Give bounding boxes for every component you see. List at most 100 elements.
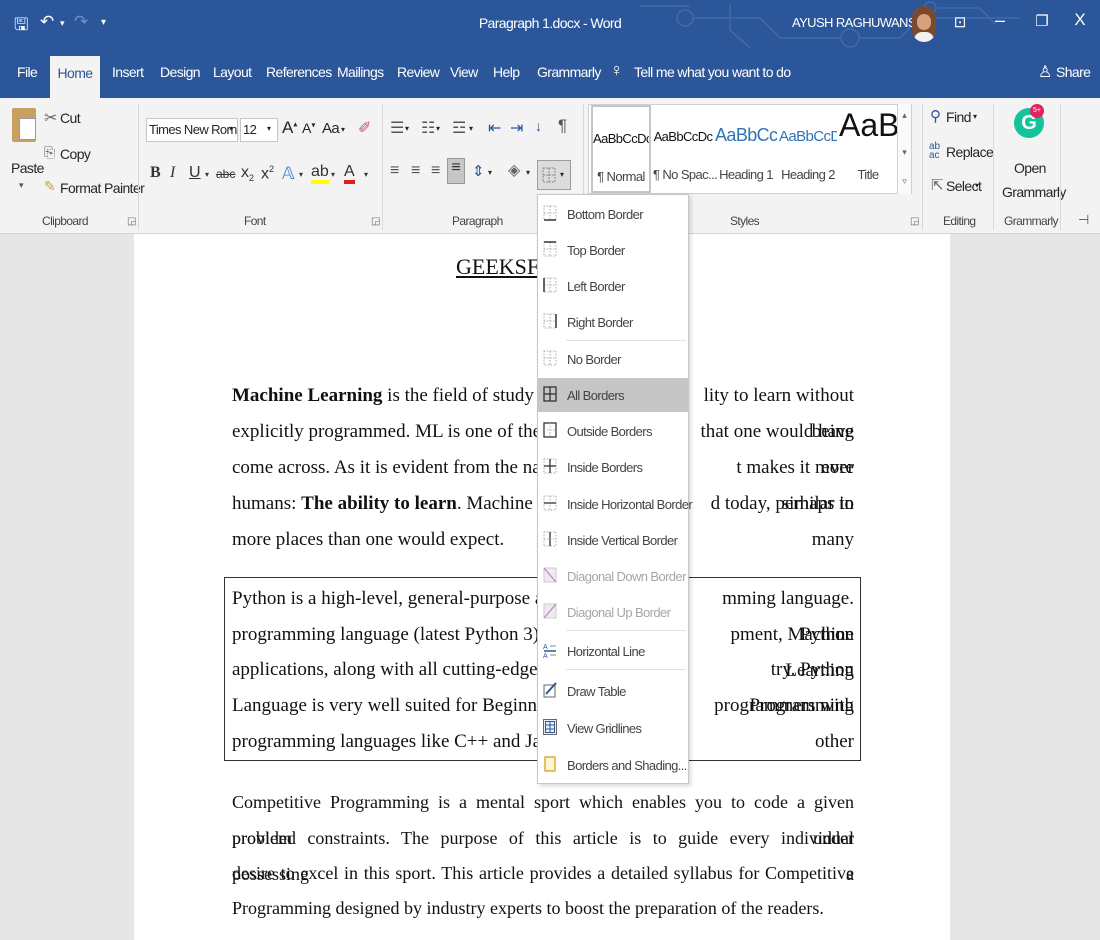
multilevel-dropdown-icon[interactable]: ▾ bbox=[469, 124, 473, 133]
font-launcher-icon[interactable]: ◲ bbox=[371, 216, 380, 227]
tab-insert[interactable]: Insert bbox=[112, 64, 144, 80]
bullets-dropdown-icon[interactable]: ▾ bbox=[405, 124, 409, 133]
find-dropdown-icon[interactable]: ▾ bbox=[973, 112, 977, 121]
tell-me-search[interactable]: Tell me what you want to do bbox=[634, 64, 791, 80]
menu-item-top-border[interactable]: Top Border bbox=[538, 233, 688, 267]
close-button[interactable]: X bbox=[1065, 10, 1095, 30]
menu-item-bottom-border[interactable]: Bottom Border bbox=[538, 197, 688, 231]
font-size-combobox[interactable]: 12 bbox=[240, 118, 278, 142]
subscript-button[interactable]: x2 bbox=[241, 164, 254, 183]
restore-button[interactable]: ❐ bbox=[1027, 12, 1057, 30]
tab-design[interactable]: Design bbox=[160, 64, 201, 80]
line-spacing-icon[interactable]: ⇕ bbox=[472, 162, 485, 180]
format-painter-button[interactable]: Format Painter bbox=[60, 180, 145, 196]
align-left-icon[interactable]: ≡ bbox=[390, 162, 399, 180]
style-heading-2[interactable]: AaBbCcD Heading 2 bbox=[779, 105, 837, 193]
menu-item-view-gridlines[interactable]: View Gridlines bbox=[538, 711, 688, 745]
grow-font-icon[interactable]: A▴ bbox=[282, 118, 297, 138]
format-painter-icon[interactable]: ✎ bbox=[44, 178, 56, 195]
copy-button[interactable]: Copy bbox=[60, 146, 91, 162]
tab-file[interactable]: File bbox=[17, 64, 38, 80]
bold-button[interactable]: B bbox=[150, 164, 161, 182]
menu-item-borders-and-shading[interactable]: Borders and Shading... bbox=[538, 748, 688, 782]
text-effects-icon[interactable]: 𝔸 bbox=[282, 164, 295, 184]
menu-item-inside-vertical-border[interactable]: Inside Vertical Border bbox=[538, 523, 688, 557]
tab-mailings[interactable]: Mailings bbox=[337, 64, 384, 80]
find-icon[interactable]: ⚲ bbox=[930, 107, 941, 125]
styles-scroll[interactable]: ▴ ▾ ▿ bbox=[897, 104, 911, 194]
select-dropdown-icon[interactable]: ▾ bbox=[975, 181, 979, 190]
highlight-dropdown-icon[interactable]: ▾ bbox=[331, 170, 335, 179]
ribbon-display-options-icon[interactable]: ⊡ bbox=[945, 13, 975, 31]
tab-review[interactable]: Review bbox=[397, 64, 440, 80]
paste-button[interactable]: Paste bbox=[11, 160, 44, 176]
numbering-dropdown-icon[interactable]: ▾ bbox=[436, 124, 440, 133]
menu-item-horizontal-line[interactable]: AA Horizontal Line bbox=[538, 634, 688, 668]
justify-icon[interactable]: ≡ bbox=[447, 158, 465, 184]
underline-button[interactable]: U bbox=[189, 164, 201, 182]
shading-dropdown-icon[interactable]: ▾ bbox=[526, 168, 530, 177]
decrease-indent-icon[interactable]: ⇤ bbox=[488, 118, 501, 138]
italic-button[interactable]: I bbox=[170, 164, 175, 182]
numbering-icon[interactable]: ☷ bbox=[421, 118, 435, 138]
scroll-up-icon[interactable]: ▴ bbox=[898, 110, 911, 121]
select-icon[interactable]: ⇱ bbox=[931, 176, 944, 194]
tab-help[interactable]: Help bbox=[493, 64, 520, 80]
align-right-icon[interactable]: ≡ bbox=[431, 162, 440, 180]
clipboard-launcher-icon[interactable]: ◲ bbox=[127, 216, 136, 227]
share-button[interactable]: Share bbox=[1056, 64, 1091, 80]
style-no-spacing[interactable]: AaBbCcDc ¶ No Spac... bbox=[653, 105, 718, 193]
increase-indent-icon[interactable]: ⇥ bbox=[510, 118, 523, 138]
font-color-icon[interactable]: A bbox=[344, 164, 355, 184]
bullets-icon[interactable]: ☰ bbox=[390, 118, 404, 138]
find-button[interactable]: Find bbox=[946, 109, 971, 125]
font-color-dropdown-icon[interactable]: ▾ bbox=[364, 170, 368, 179]
pin-ribbon-icon[interactable]: ⊣ bbox=[1078, 212, 1089, 228]
paste-dropdown-icon[interactable]: ▾ bbox=[19, 180, 24, 191]
scroll-down-icon[interactable]: ▾ bbox=[898, 147, 911, 158]
user-name[interactable]: AYUSH RAGHUWANSHI bbox=[792, 15, 928, 30]
borders-button[interactable]: ▾ bbox=[537, 160, 571, 190]
menu-item-outside-borders[interactable]: Outside Borders bbox=[538, 414, 688, 448]
menu-item-inside-borders[interactable]: Inside Borders bbox=[538, 450, 688, 484]
menu-item-left-border[interactable]: Left Border bbox=[538, 269, 688, 303]
style-normal[interactable]: AaBbCcDc ¶ Normal bbox=[591, 105, 651, 193]
style-title[interactable]: AaB Title bbox=[839, 105, 897, 193]
font-name-dropdown-icon[interactable]: ▾ bbox=[229, 124, 233, 133]
font-size-dropdown-icon[interactable]: ▾ bbox=[267, 124, 271, 133]
clear-formatting-icon[interactable]: ✐ bbox=[358, 118, 371, 138]
paste-icon[interactable] bbox=[12, 108, 36, 142]
underline-dropdown-icon[interactable]: ▾ bbox=[205, 170, 209, 179]
style-heading-1[interactable]: AaBbCc Heading 1 bbox=[715, 105, 777, 193]
more-styles-icon[interactable]: ▿ bbox=[898, 176, 911, 187]
menu-item-all-borders[interactable]: All Borders bbox=[538, 378, 688, 412]
strikethrough-button[interactable]: abc bbox=[216, 167, 235, 181]
tab-home[interactable]: Home bbox=[50, 56, 100, 98]
sort-icon[interactable]: ↓ bbox=[535, 118, 542, 134]
cut-icon[interactable]: ✂ bbox=[44, 108, 57, 128]
borders-dropdown-icon[interactable]: ▾ bbox=[560, 170, 564, 179]
shrink-font-icon[interactable]: A▾ bbox=[302, 120, 315, 136]
replace-button[interactable]: Replace bbox=[946, 144, 994, 160]
change-case-dropdown-icon[interactable]: ▾ bbox=[341, 125, 345, 134]
tab-grammarly[interactable]: Grammarly bbox=[537, 64, 601, 80]
superscript-button[interactable]: x2 bbox=[261, 164, 274, 183]
highlight-color-icon[interactable]: ab bbox=[311, 164, 329, 184]
replace-icon[interactable]: ab ac bbox=[929, 142, 940, 161]
menu-item-draw-table[interactable]: Draw Table bbox=[538, 674, 688, 708]
minimize-button[interactable]: – bbox=[985, 10, 1015, 31]
tab-view[interactable]: View bbox=[450, 64, 478, 80]
text-effects-dropdown-icon[interactable]: ▾ bbox=[299, 170, 303, 179]
share-icon[interactable]: ♙ bbox=[1038, 62, 1052, 82]
cut-button[interactable]: Cut bbox=[60, 110, 81, 126]
styles-launcher-icon[interactable]: ◲ bbox=[910, 216, 919, 227]
change-case-button[interactable]: Aa bbox=[322, 120, 340, 137]
tab-layout[interactable]: Layout bbox=[213, 64, 252, 80]
open-grammarly-label[interactable]: Open bbox=[1014, 160, 1046, 176]
menu-item-inside-horizontal-border[interactable]: Inside Horizontal Border bbox=[538, 487, 693, 521]
menu-item-no-border[interactable]: No Border bbox=[538, 342, 688, 376]
font-name-combobox[interactable]: Times New Roma bbox=[146, 118, 238, 142]
align-center-icon[interactable]: ≡ bbox=[411, 162, 420, 180]
avatar[interactable] bbox=[912, 6, 936, 42]
copy-icon[interactable]: ⎘ bbox=[44, 144, 55, 161]
